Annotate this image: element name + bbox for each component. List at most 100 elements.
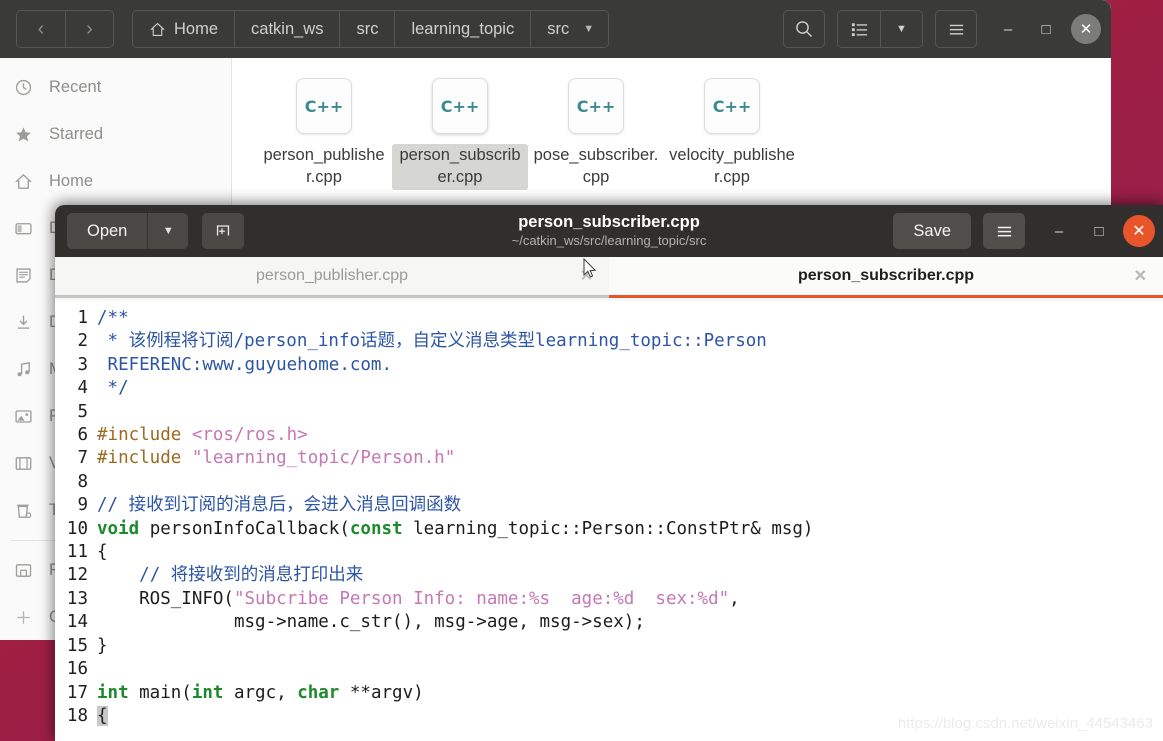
music-icon xyxy=(17,362,30,377)
open-button-group: Open ▼ xyxy=(67,213,189,249)
tab-label: person_subscriber.cpp xyxy=(797,267,975,284)
code-token: int xyxy=(191,682,224,703)
cpp-file-icon: C++ xyxy=(296,78,352,134)
cpp-file-icon: C++ xyxy=(432,78,488,134)
line-number: 16 xyxy=(66,659,88,680)
hamburger-menu-icon xyxy=(997,226,1011,236)
line-number: 8 xyxy=(77,471,88,492)
sidebar-item-recent[interactable]: Recent xyxy=(0,64,231,111)
sidebar-item-label: Starred xyxy=(49,125,104,143)
breadcrumb-dropdown-button[interactable]: ▼ xyxy=(577,11,609,47)
code-editor-area[interactable]: 1/** 2 * 该例程将订阅/person_info话题，自定义消息类型lear… xyxy=(55,301,1163,741)
code-line-text: { xyxy=(97,541,108,564)
clock-icon xyxy=(15,79,32,96)
code-line: 13 ROS_INFO("Subcribe Person Info: name:… xyxy=(55,588,1163,611)
home-icon xyxy=(15,173,32,189)
search-button[interactable] xyxy=(783,10,825,48)
new-tab-icon xyxy=(217,225,230,236)
search-icon xyxy=(796,21,812,37)
breadcrumb-item-src[interactable]: src xyxy=(339,11,395,47)
line-number: 2 xyxy=(77,331,88,352)
chevron-left-icon: ‹ xyxy=(37,17,45,40)
editor-header-bar: Open ▼ person_subscriber.cpp ~/catkin_ws… xyxy=(55,205,1163,257)
line-number: 10 xyxy=(66,518,88,539)
close-button[interactable]: ✕ xyxy=(1071,14,1101,44)
tab-close-icon[interactable]: ✕ xyxy=(1134,266,1147,286)
editor-tab-bar: person_publisher.cpp ✕ person_subscriber… xyxy=(55,257,1163,301)
mouse-cursor xyxy=(583,258,597,278)
code-token: personInfoCallback( xyxy=(139,518,350,539)
line-number: 5 xyxy=(77,401,88,422)
back-button[interactable]: ‹ xyxy=(17,11,65,47)
code-token: { xyxy=(97,705,108,726)
code-token: "Subcribe Person Info: name:%s age:%d se… xyxy=(233,588,730,609)
code-line: 12 // 将接收到的消息打印出来 xyxy=(55,564,1163,587)
code-line-text: #include "learning_topic/Person.h" xyxy=(97,447,455,470)
code-line-text: #include <ros/ros.h> xyxy=(97,424,308,447)
breadcrumb-item-learning-topic[interactable]: learning_topic xyxy=(394,11,531,47)
code-line-text: REFERENC:www.guyuehome.com. xyxy=(97,354,392,377)
desktop-icon xyxy=(15,223,32,235)
maximize-button[interactable]: □ xyxy=(1027,10,1065,48)
code-line-text: int main(int argc, char **argv) xyxy=(97,682,424,705)
code-token: "learning_topic/Person.h" xyxy=(191,448,456,469)
list-view-button[interactable] xyxy=(838,11,880,47)
new-document-button[interactable] xyxy=(202,213,245,249)
code-token: #include xyxy=(97,448,192,469)
open-recent-dropdown-button[interactable]: ▼ xyxy=(148,213,189,249)
breadcrumb: Home catkin_ws src learning_topic src ▼ xyxy=(132,10,610,48)
code-token: main( xyxy=(128,682,192,703)
forward-button[interactable]: › xyxy=(65,11,113,47)
tab-person-publisher[interactable]: person_publisher.cpp ✕ xyxy=(55,257,609,298)
line-number: 9 xyxy=(77,495,88,516)
code-lines-container: 1/** 2 * 该例程将订阅/person_info话题，自定义消息类型lear… xyxy=(55,307,1163,728)
chevron-right-icon: › xyxy=(86,17,93,40)
main-menu-button[interactable] xyxy=(935,10,977,48)
file-item-velocity-publisher[interactable]: C++ velocity_publisher.cpp xyxy=(664,72,800,190)
line-number: 11 xyxy=(66,542,88,563)
file-item-person-subscriber[interactable]: C++ person_subscriber.cpp xyxy=(392,72,528,190)
editor-menu-button[interactable] xyxy=(983,213,1025,249)
editor-minimize-button[interactable]: – xyxy=(1039,211,1079,251)
code-token: // 接收到订阅的消息后，会进入消息回调函数 xyxy=(97,495,462,516)
file-name-label: person_publisher.cpp xyxy=(263,146,385,186)
sidebar-item-starred[interactable]: Starred xyxy=(0,111,231,158)
chevron-down-icon: ▼ xyxy=(583,23,595,35)
breadcrumb-label: learning_topic xyxy=(411,19,515,38)
cpp-file-icon: C++ xyxy=(704,78,760,134)
code-line-text: // 接收到订阅的消息后，会进入消息回调函数 xyxy=(97,494,461,517)
save-button[interactable]: Save xyxy=(893,213,971,249)
editor-title: person_subscriber.cpp xyxy=(518,212,700,231)
code-line-text: } xyxy=(97,635,108,658)
code-token: } xyxy=(97,635,108,656)
file-item-pose-subscriber[interactable]: C++ pose_subscriber.cpp xyxy=(528,72,664,190)
open-button[interactable]: Open xyxy=(67,213,149,249)
tab-person-subscriber[interactable]: person_subscriber.cpp ✕ xyxy=(609,257,1163,298)
breadcrumb-item-home[interactable]: Home xyxy=(133,11,235,47)
editor-subtitle-path: ~/catkin_ws/src/learning_topic/src xyxy=(511,232,707,248)
file-item-person-publisher[interactable]: C++ person_publisher.cpp xyxy=(256,72,392,190)
breadcrumb-label: src xyxy=(547,19,570,38)
pictures-icon xyxy=(15,410,32,423)
editor-close-button[interactable]: ✕ xyxy=(1123,215,1155,247)
view-options-button[interactable]: ▼ xyxy=(880,11,922,47)
line-number: 17 xyxy=(66,682,88,703)
code-line-text: msg->name.c_str(), msg->age, msg->sex); xyxy=(97,611,645,634)
breadcrumb-item-src-current[interactable]: src xyxy=(530,11,578,47)
text-editor-window: Open ▼ person_subscriber.cpp ~/catkin_ws… xyxy=(55,205,1163,741)
minimize-button[interactable]: – xyxy=(989,10,1027,48)
tab-label: person_publisher.cpp xyxy=(255,267,409,284)
cpp-file-icon: C++ xyxy=(568,78,624,134)
code-line-text: /** xyxy=(97,307,129,330)
code-token: /** xyxy=(97,308,129,328)
breadcrumb-item-catkin-ws[interactable]: catkin_ws xyxy=(234,11,340,47)
line-number: 1 xyxy=(77,308,88,328)
sidebar-item-home[interactable]: Home xyxy=(0,158,231,205)
save-button-label: Save xyxy=(913,221,951,240)
editor-maximize-button[interactable]: □ xyxy=(1079,211,1119,251)
file-name-label: pose_subscriber.cpp xyxy=(533,146,659,186)
maximize-icon: □ xyxy=(1041,20,1051,38)
code-token: { xyxy=(97,542,108,563)
code-token: <ros/ros.h> xyxy=(191,425,308,446)
